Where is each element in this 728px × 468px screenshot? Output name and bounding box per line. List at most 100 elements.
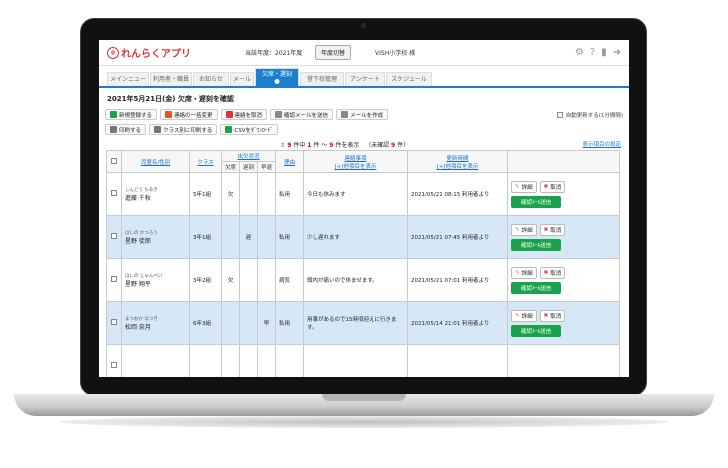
row-checkbox[interactable] <box>111 276 117 282</box>
class-header[interactable]: クラス <box>189 150 222 173</box>
early-cell: 早 <box>257 301 276 345</box>
early-cell <box>257 258 276 302</box>
cancel-button[interactable]: ✖ 取消 <box>539 180 566 193</box>
row-checkbox[interactable] <box>111 362 117 368</box>
result-summary: ⇧ 9 件中 1 件 〜 9 件を表示 （未確認 9 件） 表示項目の設定 <box>99 138 629 150</box>
toolbar-button-row1-2[interactable]: 連絡を取消 <box>220 109 268 120</box>
update-cell <box>407 344 508 377</box>
laptop-shadow <box>60 416 668 428</box>
cancel-icon <box>225 111 233 118</box>
toolbar-button-row1-4[interactable]: メールを作成 <box>336 109 389 120</box>
row-checkbox[interactable] <box>111 233 117 239</box>
cancel-button[interactable]: ✖ 取消 <box>539 309 566 322</box>
page-title: 2021年5月21日(金) 欠席・遅刻を確認 <box>107 95 234 103</box>
tab-2[interactable]: お知らせ <box>193 72 229 86</box>
toolbar-button-label: 新規登録する <box>119 112 153 119</box>
row-action-buttons: ✎ 詳細 ✖ 取消 <box>511 223 566 236</box>
toolbar-button-row2-1[interactable]: クラス別に印刷する <box>149 124 218 135</box>
message-header[interactable]: 連絡事項 [+]他項目を表示 <box>303 150 408 173</box>
download-icon <box>225 126 233 133</box>
row-action-buttons: ✎ 詳細 ✖ 取消 <box>511 266 566 279</box>
manual-book-icon[interactable]: ▮ <box>601 47 607 58</box>
row-select-cell <box>106 172 122 216</box>
send-confirm-mail-button[interactable]: 確認ﾒｰﾙ送信 <box>511 281 562 294</box>
detail-button[interactable]: ✎ 詳細 <box>511 223 537 236</box>
reason-header[interactable]: 理由 <box>275 150 304 173</box>
late-cell <box>239 344 258 377</box>
tab-5[interactable]: 登下校管理 <box>300 72 344 86</box>
send-confirm-mail-button[interactable]: 確認ﾒｰﾙ送信 <box>511 324 562 337</box>
sort-up-icon[interactable]: ⇧ <box>280 142 285 149</box>
auto-update[interactable]: 自動更新する(1分間隔) <box>556 111 623 119</box>
actions-cell: ✎ 詳細 ✖ 取消 確認ﾒｰﾙ送信 <box>507 215 620 259</box>
row-checkbox[interactable] <box>111 190 117 196</box>
table-row: まつおか なつき 松岡 奈月 6年3組 早私用 用事があるので15時頃迎えに行きます。 2… <box>106 301 620 345</box>
logout-icon[interactable]: ➜ <box>613 47 621 58</box>
help-icon[interactable]: ? <box>590 47 595 58</box>
tab-0[interactable]: メインニュー <box>107 72 149 86</box>
cancel-label: 取消 <box>550 227 562 234</box>
row-actions: ✎ 詳細 ✖ 取消 確認ﾒｰﾙ送信 <box>511 266 616 294</box>
cancel-button[interactable]: ✖ 取消 <box>539 266 566 279</box>
tab-label: アンケート <box>350 76 380 83</box>
send-confirm-mail-button[interactable]: 確認ﾒｰﾙ送信 <box>511 238 562 251</box>
student-name-cell: しんどう ちあき 進藤 千秋 <box>121 172 190 216</box>
actions-cell: ✎ 詳細 ✖ 取消 確認ﾒｰﾙ送信 <box>507 258 620 302</box>
year-label: 当該年度：2021年度 <box>245 50 303 57</box>
auto-update-checkbox[interactable] <box>556 111 563 118</box>
laptop-notch <box>322 394 406 401</box>
app-logo[interactable]: れんらくアプリ <box>107 45 245 60</box>
student-name: 松岡 奈月 <box>125 323 151 331</box>
name-header[interactable]: 児童名/性別 <box>121 150 190 173</box>
pencil-icon: ✎ <box>515 269 520 276</box>
student-name-cell: ほしの かつろう 星野 徒郎 <box>121 215 190 259</box>
toolbar-button-row2-2[interactable]: CSVをﾀﾞｳﾝﾛｰﾄﾞ <box>220 124 279 135</box>
update-header[interactable]: 更新時間 [+]他項目を表示 <box>407 150 508 173</box>
row-select-cell <box>106 301 122 345</box>
update-header-label: 更新時間 <box>446 155 469 162</box>
tab-3[interactable]: メール <box>230 72 254 86</box>
toolbar-button-row1-0[interactable]: 新規登録する <box>105 109 158 120</box>
tab-4[interactable]: 欠席・遅刻 <box>255 68 299 86</box>
message-cell <box>303 344 408 377</box>
student-name-cell: まつおか なつき 松岡 奈月 <box>121 301 190 345</box>
display-settings-link[interactable]: 表示項目の設定 <box>582 140 621 148</box>
table-header-row: 児童名/性別 クラス 出欠状況 理由 連絡事項 [+]他項目を表示 更新時間 [+]… <box>106 150 620 173</box>
toolbar-row-2: 印刷する クラス別に印刷する CSVをﾀﾞｳﾝﾛｰﾄﾞ <box>105 123 623 136</box>
plus-icon <box>110 111 117 118</box>
detail-button[interactable]: ✎ 詳細 <box>511 180 537 193</box>
tab-1[interactable]: 利用者・職員 <box>150 72 192 86</box>
student-name-cell: ほしの じゅんぺい 星野 翔平 <box>121 258 190 302</box>
table-row <box>106 344 620 377</box>
select-all-checkbox[interactable] <box>111 157 117 164</box>
detail-button[interactable]: ✎ 詳細 <box>511 266 537 279</box>
update-cell: 2021/05/21 07:01 利用者より <box>407 258 508 302</box>
count-text: ⇧ 9 件中 1 件 〜 9 件を表示 （未確認 9 件） <box>107 140 582 149</box>
message-more-link[interactable]: [+]他項目を表示 <box>335 164 377 170</box>
toolbar-button-row1-3[interactable]: 確認メールを送信 <box>270 109 334 120</box>
status-header[interactable]: 出欠状況 <box>221 150 276 162</box>
tab-7[interactable]: スケジュール <box>386 72 432 86</box>
class-cell <box>189 344 222 377</box>
auto-update-label: 自動更新する(1分間隔) <box>565 112 623 119</box>
year-switch-button[interactable]: 年度切替 <box>315 45 352 60</box>
send-confirm-mail-button[interactable]: 確認ﾒｰﾙ送信 <box>511 195 562 208</box>
gear-icon[interactable]: ⚙ <box>575 47 584 58</box>
cancel-icon: ✖ <box>543 226 549 233</box>
toolbar-button-label: 連絡を取消 <box>234 112 263 119</box>
detail-button[interactable]: ✎ 詳細 <box>511 309 537 322</box>
range-to: 9 <box>329 141 334 149</box>
toolbar-button-row2-0[interactable]: 印刷する <box>105 124 147 135</box>
cancel-icon: ✖ <box>543 269 549 276</box>
row-checkbox[interactable] <box>111 319 117 325</box>
detail-label: 詳細 <box>521 313 533 320</box>
tab-6[interactable]: アンケート <box>345 72 385 86</box>
update-more-link[interactable]: [+]他項目を表示 <box>437 164 479 170</box>
message-cell: 今日も休みます <box>303 172 408 216</box>
class-cell: 3年2組 <box>189 258 222 302</box>
row-select-cell <box>106 258 122 302</box>
toolbar-button-row1-1[interactable]: 連絡の一括変更 <box>160 109 218 120</box>
early-cell <box>257 215 276 259</box>
cancel-button[interactable]: ✖ 取消 <box>539 223 566 236</box>
cancel-label: 取消 <box>550 313 562 320</box>
